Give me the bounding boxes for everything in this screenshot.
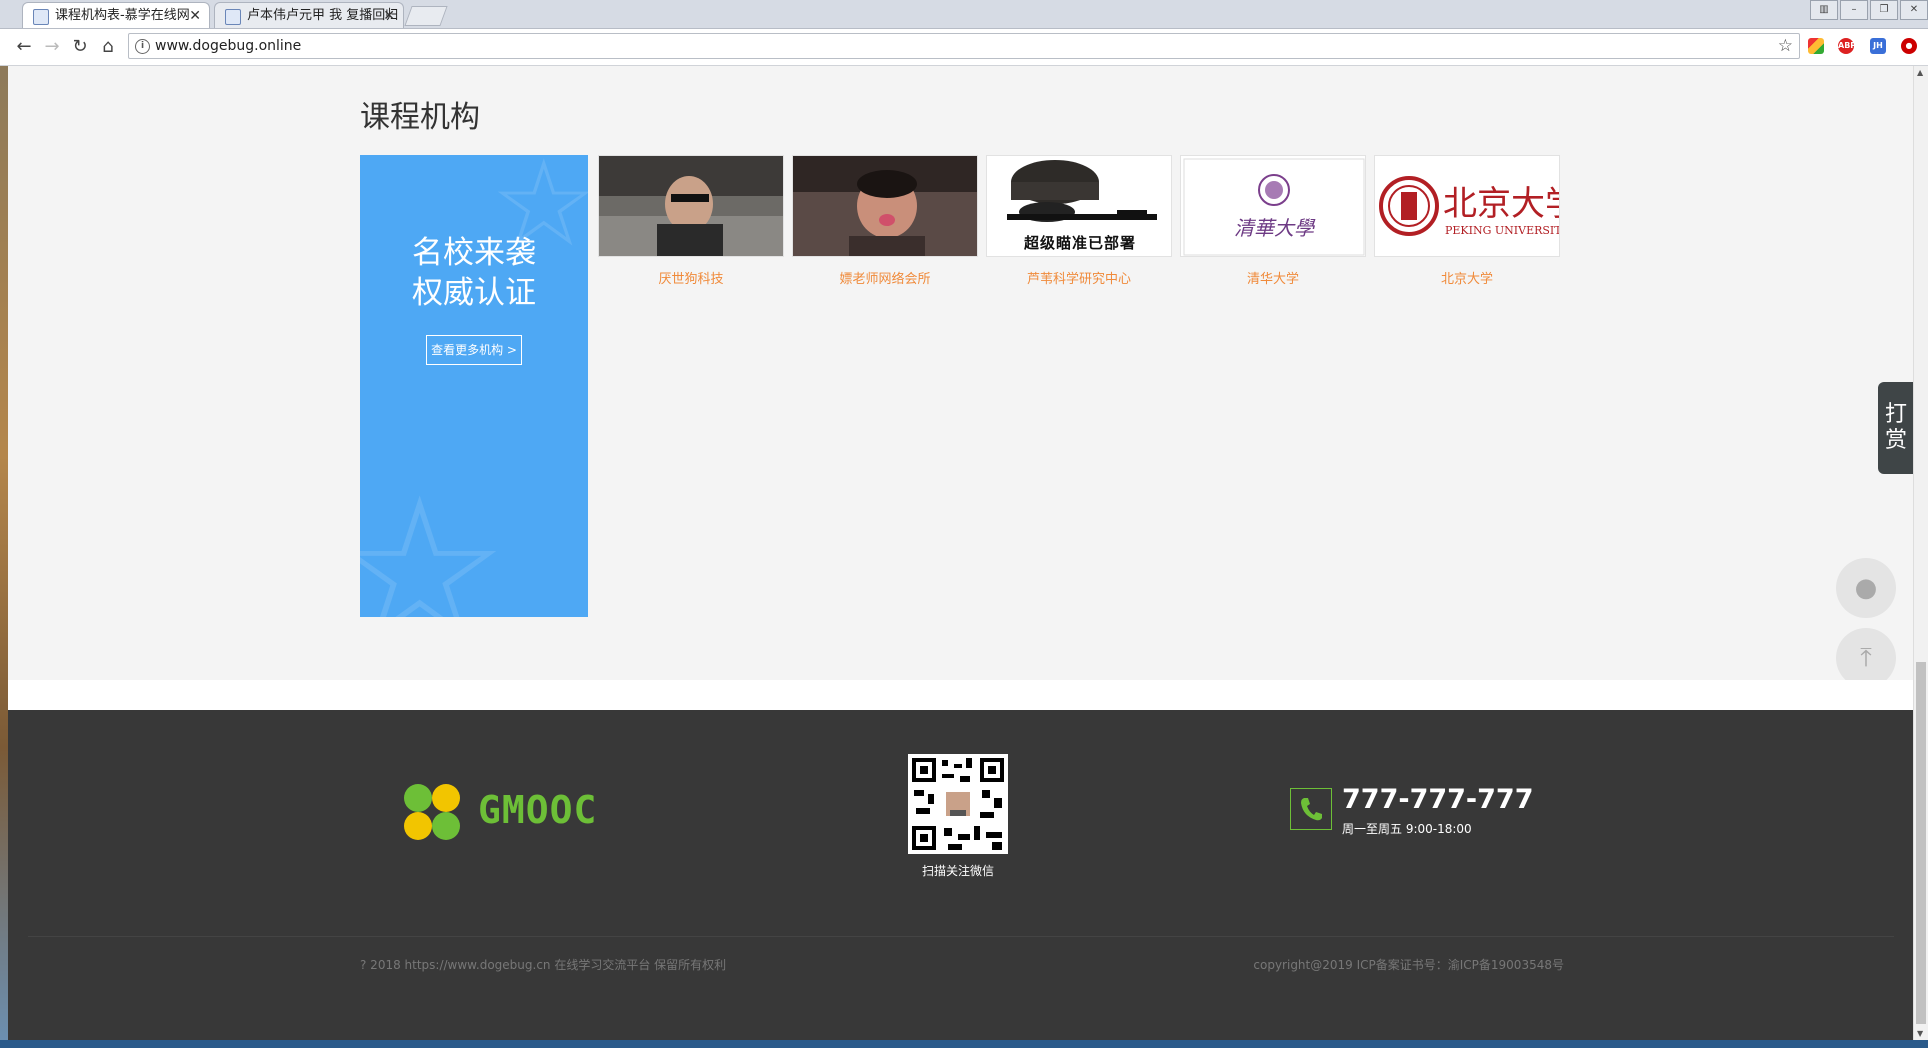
qr-code-icon <box>908 754 1008 854</box>
scrollbar-thumb[interactable] <box>1916 662 1926 1024</box>
url-text: www.dogebug.online <box>155 38 302 54</box>
org-logo[interactable]: 清華大學 <box>1180 155 1366 257</box>
phone-number: 777-777-777 <box>1342 784 1534 815</box>
wechat-qr-code <box>908 754 1008 854</box>
org-logo-subtext: PEKING UNIVERSITY <box>1445 224 1560 237</box>
org-card[interactable]: 北京大学 PEKING UNIVERSITY 北京大学 <box>1374 155 1560 287</box>
tab-courses[interactable]: 课程机构表-慕学在线网 ✕ <box>22 2 210 28</box>
promo-line-1: 名校来袭 <box>412 235 536 271</box>
qr-caption: 扫描关注微信 <box>921 864 994 878</box>
org-logo[interactable]: 超级瞄准已部署 <box>986 155 1172 257</box>
footer-spacer <box>8 680 1914 710</box>
org-photo <box>793 156 977 256</box>
window-controls: ▥ – ❐ ✕ <box>1808 0 1928 20</box>
os-taskbar <box>0 1040 1928 1048</box>
org-card[interactable]: 嫖老师网络会所 <box>792 155 978 287</box>
copyright-text: ? 2018 https://www.dogebug.cn 在线学习交流平台 保… <box>360 958 727 972</box>
tsinghua-emblem-icon <box>1181 156 1365 256</box>
back-icon[interactable]: ← <box>12 35 36 59</box>
back-to-top-button[interactable]: ⤒ <box>1836 628 1896 688</box>
footer: GMOOC 扫描关注微信 777-777-777 周一至周五 9:00-18:0… <box>8 710 1914 1040</box>
close-window-button[interactable]: ✕ <box>1900 0 1928 20</box>
org-logo[interactable] <box>792 155 978 257</box>
org-name[interactable]: 厌世狗科技 <box>598 268 784 287</box>
info-icon[interactable]: i <box>135 39 150 54</box>
arrow-up-icon: ⤒ <box>1860 643 1872 673</box>
icp-license-text: copyright@2019 ICP备案证书号：渝ICP备19003548号 <box>1253 958 1564 972</box>
jh-extension-icon[interactable]: JH <box>1870 38 1886 54</box>
close-icon[interactable]: ✕ <box>189 3 201 29</box>
new-tab-button[interactable] <box>404 6 448 26</box>
org-logo-text: 超级瞄准已部署 <box>1023 234 1136 252</box>
brand-logo-icon <box>402 782 462 842</box>
adblock-icon[interactable]: ABP <box>1838 38 1856 54</box>
org-name[interactable]: 芦苇科学研究中心 <box>986 268 1172 287</box>
org-name[interactable]: 北京大学 <box>1374 268 1560 287</box>
address-bar[interactable]: i www.dogebug.online ☆ <box>128 33 1800 59</box>
home-icon[interactable]: ⌂ <box>96 35 120 59</box>
org-logo-text: 北京大学 <box>1443 184 1559 224</box>
qq-icon: ● <box>1854 573 1878 603</box>
browser-tabstrip: 课程机构表-慕学在线网 ✕ 卢本伟卢元甲 我 复播回归 ✕ ▥ – ❐ ✕ <box>0 0 1928 29</box>
tab-video[interactable]: 卢本伟卢元甲 我 复播回归 ✕ <box>214 2 404 28</box>
service-hours: 周一至周五 9:00-18:00 <box>1342 822 1472 836</box>
star-decoration-icon: ☆ <box>360 455 510 617</box>
org-logo[interactable] <box>598 155 784 257</box>
scroll-up-icon[interactable]: ▲ <box>1917 68 1923 77</box>
reward-label: 打赏 <box>1884 402 1907 453</box>
reload-icon[interactable]: ↻ <box>68 35 92 59</box>
phone-icon <box>1290 788 1332 830</box>
qq-contact-button[interactable]: ● <box>1836 558 1896 618</box>
bookmark-star-icon[interactable]: ☆ <box>1778 34 1793 58</box>
browser-toolbar: ← → ↻ ⌂ i www.dogebug.online ☆ ABP JH ● <box>0 29 1928 66</box>
restore-button[interactable]: ❐ <box>1870 0 1898 20</box>
section-title: 课程机构 <box>360 100 480 135</box>
desktop-edge <box>0 66 8 1040</box>
org-card[interactable]: 超级瞄准已部署 芦苇科学研究中心 <box>986 155 1172 287</box>
org-photo <box>599 156 783 256</box>
extension-icon[interactable] <box>1808 38 1824 54</box>
promo-line-2: 权威认证 <box>412 275 536 311</box>
forward-icon[interactable]: → <box>40 35 64 59</box>
org-logo-text: 清華大學 <box>1234 216 1314 240</box>
minimize-button[interactable]: – <box>1840 0 1868 20</box>
page-icon <box>225 9 241 25</box>
tab-title: 卢本伟卢元甲 我 复播回归 <box>247 8 399 23</box>
page-scrollbar[interactable]: ▲ ▼ <box>1913 66 1928 1040</box>
org-name[interactable]: 嫖老师网络会所 <box>792 268 978 287</box>
page-icon <box>33 9 49 25</box>
more-orgs-button[interactable]: 查看更多机构 > <box>426 335 522 365</box>
footer-divider <box>28 936 1894 937</box>
org-card[interactable]: 厌世狗科技 <box>598 155 784 287</box>
reward-tab[interactable]: 打赏 <box>1878 382 1914 474</box>
promo-banner: ☆ ☆ 名校来袭 权威认证 查看更多机构 > <box>360 155 588 617</box>
scroll-down-icon[interactable]: ▼ <box>1917 1029 1923 1038</box>
org-logo[interactable]: 北京大学 PEKING UNIVERSITY <box>1374 155 1560 257</box>
close-icon[interactable]: ✕ <box>383 3 395 28</box>
org-name[interactable]: 清华大学 <box>1180 268 1366 287</box>
user-icon[interactable]: ▥ <box>1810 0 1838 20</box>
tab-title: 课程机构表-慕学在线网 <box>55 8 190 23</box>
record-extension-icon[interactable]: ● <box>1901 38 1917 54</box>
brand-name: GMOOC <box>478 788 598 832</box>
org-card[interactable]: 清華大學 清华大学 <box>1180 155 1366 287</box>
